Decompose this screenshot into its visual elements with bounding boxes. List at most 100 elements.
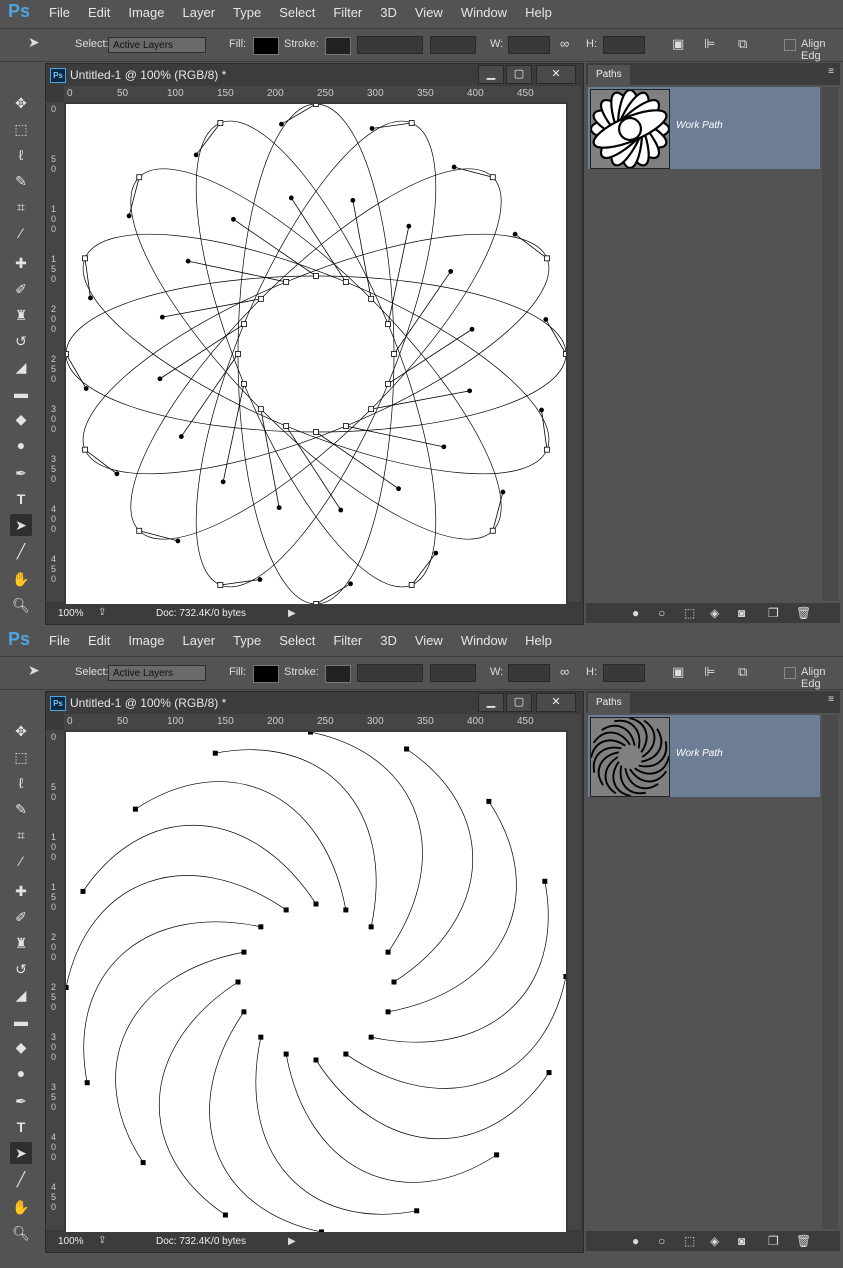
width-field[interactable] xyxy=(508,36,550,54)
link-icon[interactable]: ∞ xyxy=(560,664,569,679)
maximize-button[interactable]: ▢ xyxy=(506,693,532,712)
menu-filter[interactable]: Filter xyxy=(324,628,371,654)
stroke-type-dropdown[interactable] xyxy=(430,36,476,54)
zoom-tool-icon[interactable]: 🔍︎ xyxy=(10,1222,32,1244)
quick-select-tool-icon[interactable]: ✎ xyxy=(10,170,32,192)
type-tool-icon[interactable]: T xyxy=(10,1116,32,1138)
direct-selection-tool-icon[interactable]: ➤ xyxy=(10,1142,32,1164)
blur-tool-icon[interactable]: ◆ xyxy=(10,1036,32,1058)
fill-swatch[interactable] xyxy=(253,37,279,55)
gradient-tool-icon[interactable]: ▬ xyxy=(10,1010,32,1032)
panel-menu-icon[interactable]: ≡ xyxy=(828,694,834,705)
healing-brush-icon[interactable]: ✚ xyxy=(10,880,32,902)
menu-window[interactable]: Window xyxy=(452,0,516,26)
menu-file[interactable]: File xyxy=(40,0,79,26)
menu-layer[interactable]: Layer xyxy=(174,0,225,26)
status-arrow-icon[interactable]: ▶ xyxy=(288,608,296,619)
menu-edit[interactable]: Edit xyxy=(79,628,119,654)
fill-path-icon[interactable]: ● xyxy=(632,1234,639,1248)
share-icon[interactable]: ⇪ xyxy=(98,1235,106,1246)
zoom-tool-icon[interactable]: 🔍︎ xyxy=(10,594,32,616)
zoom-level[interactable]: 100% xyxy=(58,608,84,619)
move-tool-icon[interactable]: ✥ xyxy=(10,720,32,742)
hand-tool-icon[interactable]: ✋ xyxy=(10,1196,32,1218)
path-alignment-icon[interactable]: ⊫ xyxy=(704,664,715,680)
work-path-row[interactable]: Work Path xyxy=(588,715,820,797)
history-brush-icon[interactable]: ↺ xyxy=(10,958,32,980)
fill-swatch[interactable] xyxy=(253,665,279,683)
eyedropper-tool-icon[interactable]: ⁄ xyxy=(10,850,32,872)
menu-type[interactable]: Type xyxy=(224,628,270,654)
work-path-row[interactable]: Work Path xyxy=(588,87,820,170)
close-button[interactable]: ✕ xyxy=(536,65,576,84)
menu-image[interactable]: Image xyxy=(119,0,173,26)
panel-menu-icon[interactable]: ≡ xyxy=(828,66,834,77)
height-field[interactable] xyxy=(603,36,645,54)
menu-view[interactable]: View xyxy=(406,0,452,26)
stroke-width-field[interactable] xyxy=(357,664,423,682)
status-arrow-icon[interactable]: ▶ xyxy=(288,1236,296,1247)
stroke-swatch[interactable] xyxy=(325,37,351,55)
work-path-spiral[interactable] xyxy=(66,732,566,1232)
path-arrangement-icon[interactable]: ⧉ xyxy=(738,36,747,52)
canvas[interactable] xyxy=(66,104,566,604)
brush-tool-icon[interactable]: ✐ xyxy=(10,906,32,928)
menu-type[interactable]: Type xyxy=(224,0,270,26)
eraser-tool-icon[interactable]: ◢ xyxy=(10,984,32,1006)
fill-path-icon[interactable]: ● xyxy=(632,606,639,620)
document-tab[interactable]: Ps Untitled-1 @ 100% (RGB/8) * ▁ ▢ ✕ xyxy=(46,692,583,714)
stroke-path-icon[interactable]: ○ xyxy=(658,1234,665,1248)
menu-3d[interactable]: 3D xyxy=(371,628,406,654)
marquee-tool-icon[interactable]: ⬚ xyxy=(10,746,32,768)
load-selection-icon[interactable]: ⬚ xyxy=(684,606,695,620)
menu-edit[interactable]: Edit xyxy=(79,0,119,26)
clone-stamp-icon[interactable]: ♜ xyxy=(10,304,32,326)
crop-tool-icon[interactable]: ⌗ xyxy=(10,824,32,846)
dodge-tool-icon[interactable]: ● xyxy=(10,434,32,456)
menu-select[interactable]: Select xyxy=(270,628,324,654)
align-edges-checkbox[interactable] xyxy=(784,39,796,51)
lasso-tool-icon[interactable]: ℓ xyxy=(10,144,32,166)
panel-scrollbar[interactable] xyxy=(822,87,838,601)
document-tab[interactable]: Ps Untitled-1 @ 100% (RGB/8) * ▁ ▢ ✕ xyxy=(46,64,583,86)
menu-layer[interactable]: Layer xyxy=(174,628,225,654)
delete-path-icon[interactable]: 🗑︎ xyxy=(796,1234,811,1248)
stroke-width-field[interactable] xyxy=(357,36,423,54)
make-work-path-icon[interactable]: ◈ xyxy=(710,1234,719,1248)
canvas[interactable] xyxy=(66,732,566,1232)
brush-tool-icon[interactable]: ✐ xyxy=(10,278,32,300)
width-field[interactable] xyxy=(508,664,550,682)
load-selection-icon[interactable]: ⬚ xyxy=(684,1234,695,1248)
delete-path-icon[interactable]: 🗑︎ xyxy=(796,606,811,620)
eyedropper-tool-icon[interactable]: ⁄ xyxy=(10,222,32,244)
menu-3d[interactable]: 3D xyxy=(371,0,406,26)
new-path-icon[interactable]: ❐ xyxy=(768,606,779,620)
menu-filter[interactable]: Filter xyxy=(324,0,371,26)
select-dropdown[interactable]: Active Layers xyxy=(108,665,206,681)
link-icon[interactable]: ∞ xyxy=(560,36,569,51)
line-tool-icon[interactable]: ╱ xyxy=(10,540,32,562)
quick-select-tool-icon[interactable]: ✎ xyxy=(10,798,32,820)
path-selection-icon[interactable]: ➤ xyxy=(28,34,40,51)
align-edges-checkbox[interactable] xyxy=(784,667,796,679)
add-mask-icon[interactable]: ◙ xyxy=(738,1234,745,1248)
path-operations-icon[interactable]: ▣ xyxy=(672,36,684,52)
marquee-tool-icon[interactable]: ⬚ xyxy=(10,118,32,140)
tab-paths[interactable]: Paths xyxy=(588,65,630,85)
stroke-swatch[interactable] xyxy=(325,665,351,683)
move-tool-icon[interactable]: ✥ xyxy=(10,92,32,114)
clone-stamp-icon[interactable]: ♜ xyxy=(10,932,32,954)
path-operations-icon[interactable]: ▣ xyxy=(672,664,684,680)
height-field[interactable] xyxy=(603,664,645,682)
type-tool-icon[interactable]: T xyxy=(10,488,32,510)
minimize-button[interactable]: ▁ xyxy=(478,693,504,712)
stroke-path-icon[interactable]: ○ xyxy=(658,606,665,620)
work-path-flower[interactable] xyxy=(66,104,566,604)
eraser-tool-icon[interactable]: ◢ xyxy=(10,356,32,378)
path-alignment-icon[interactable]: ⊫ xyxy=(704,36,715,52)
lasso-tool-icon[interactable]: ℓ xyxy=(10,772,32,794)
share-icon[interactable]: ⇪ xyxy=(98,607,106,618)
tab-paths[interactable]: Paths xyxy=(588,693,630,713)
menu-help[interactable]: Help xyxy=(516,628,561,654)
select-dropdown[interactable]: Active Layers xyxy=(108,37,206,53)
